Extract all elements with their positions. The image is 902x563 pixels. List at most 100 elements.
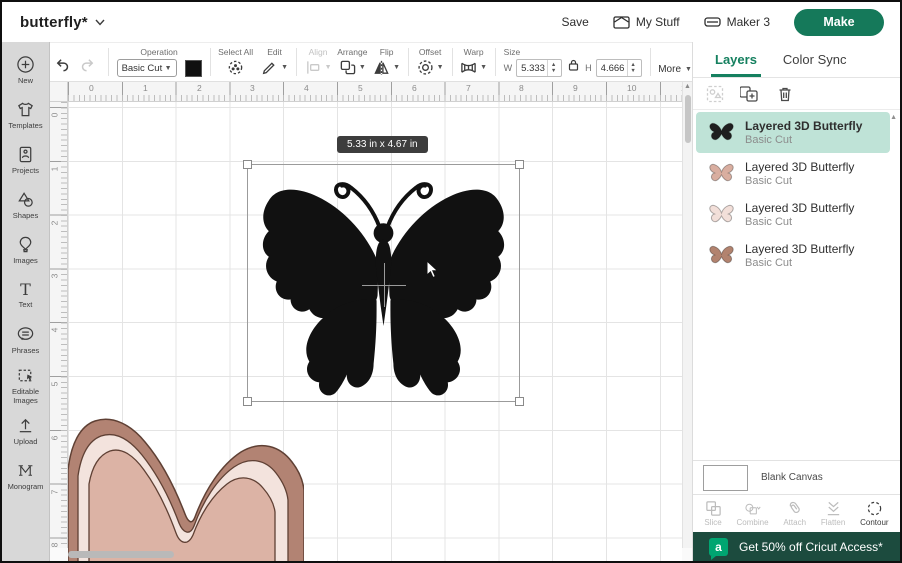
group-button[interactable]: [705, 84, 725, 104]
width-stepper[interactable]: ▲ ▼: [547, 60, 559, 76]
sidebar-item-phrases[interactable]: Phrases: [2, 318, 50, 363]
width-input[interactable]: [517, 62, 548, 74]
app-window: butterfly* Save My Stuff Maker 3 Make Ne…: [0, 0, 902, 563]
sidebar-item-editable-images[interactable]: Editable Images: [2, 363, 50, 409]
layer-list: ▲ Layered 3D Butterfly Basic Cut Layered…: [693, 110, 900, 276]
cricut-access-banner[interactable]: a Get 50% off Cricut Access*: [693, 532, 900, 561]
more-menu-button[interactable]: More ▼: [658, 57, 692, 81]
trash-icon: [779, 87, 791, 101]
slice-button[interactable]: Slice: [704, 500, 722, 527]
operation-dropdown[interactable]: Basic Cut ▼: [116, 59, 177, 77]
sidebar-item-new[interactable]: New: [2, 48, 50, 93]
toolbar-divider: [108, 48, 109, 76]
arrange-menu-button[interactable]: Arrange ▼: [337, 43, 367, 81]
chevron-down-icon: ▼: [281, 64, 288, 71]
layer-row-4[interactable]: Layered 3D Butterfly Basic Cut: [696, 235, 890, 276]
sidebar-item-text[interactable]: T Text: [2, 273, 50, 318]
sidebar-item-projects[interactable]: Projects: [2, 138, 50, 183]
header-actions: Save My Stuff Maker 3 Make: [561, 8, 900, 36]
size-group: Size W ▲▼ H ▲▼: [504, 43, 642, 81]
layer-thumbnail-butterfly: [709, 245, 734, 263]
resize-handle-bottom-left[interactable]: [243, 397, 252, 406]
sidebar-item-monogram[interactable]: Monogram: [2, 454, 50, 499]
resize-handle-top-left[interactable]: [243, 160, 252, 169]
chevron-down-icon: ▼: [480, 64, 488, 71]
layer-thumbnail-butterfly: [709, 163, 734, 181]
layered-butterfly-artwork[interactable]: [68, 410, 304, 561]
canvas-vertical-scrollbar[interactable]: ▲: [682, 82, 692, 548]
design-canvas[interactable]: 01 23 45 67 89 1011 01 23 45 67 8 100% 5…: [50, 82, 692, 561]
resize-handle-top-right[interactable]: [515, 160, 524, 169]
layer-row-1[interactable]: Layered 3D Butterfly Basic Cut: [696, 112, 890, 153]
machine-icon: [703, 17, 721, 27]
combine-button[interactable]: Combine: [737, 500, 769, 527]
layer-thumbnail-butterfly: [709, 122, 734, 140]
flatten-button[interactable]: Flatten: [821, 500, 845, 527]
sidebar-item-images[interactable]: Images: [2, 228, 50, 273]
canvas-horizontal-scrollbar[interactable]: [68, 550, 682, 559]
layer-row-2[interactable]: Layered 3D Butterfly Basic Cut: [696, 153, 890, 194]
attach-button[interactable]: Attach: [783, 500, 806, 527]
tab-color-sync[interactable]: Color Sync: [783, 42, 847, 77]
pencil-icon: [262, 62, 275, 75]
scrollbar-thumb[interactable]: [68, 551, 174, 558]
align-icon: [306, 61, 319, 74]
align-menu-button[interactable]: Align ▼: [305, 43, 332, 81]
resize-handle-bottom-right[interactable]: [515, 397, 524, 406]
offset-icon: [418, 60, 433, 75]
save-button[interactable]: Save: [561, 15, 588, 29]
speech-bubble-icon: [17, 327, 34, 341]
size-tooltip: 5.33 in x 4.67 in: [337, 136, 428, 153]
combine-icon: [745, 503, 761, 515]
monogram-icon: [18, 465, 33, 476]
toolbar-divider: [495, 48, 496, 76]
offset-menu-button[interactable]: Offset ▼: [417, 43, 444, 81]
blank-canvas-row[interactable]: Blank Canvas: [693, 460, 900, 494]
vertical-ruler: 01 23 45 67 8: [50, 102, 68, 548]
height-input[interactable]: [596, 62, 627, 74]
sidebar-item-upload[interactable]: Upload: [2, 409, 50, 454]
flip-icon: [374, 60, 389, 76]
select-all-button[interactable]: Select All: [218, 43, 253, 81]
undo-button[interactable]: [50, 51, 75, 81]
redo-button[interactable]: [75, 51, 100, 81]
shapes-icon: [18, 192, 33, 208]
layer-row-3[interactable]: Layered 3D Butterfly Basic Cut: [696, 194, 890, 235]
list-scroll-up-icon[interactable]: ▲: [890, 114, 897, 121]
tab-layers[interactable]: Layers: [711, 42, 761, 77]
badge-icon: [19, 147, 32, 163]
arrange-icon: [340, 60, 356, 75]
project-title-menu[interactable]: butterfly*: [20, 14, 105, 31]
balloon-icon: [19, 237, 32, 253]
sidebar-item-templates[interactable]: Templates: [2, 93, 50, 138]
height-input-box: ▲▼: [595, 59, 642, 77]
color-swatch[interactable]: [184, 59, 202, 77]
delete-button[interactable]: [775, 84, 795, 104]
panel-spacer: [693, 276, 900, 460]
warp-menu-button[interactable]: Warp ▼: [460, 43, 487, 81]
plus-circle-icon: [17, 56, 34, 74]
aspect-lock-button[interactable]: [568, 59, 579, 71]
contour-icon: [867, 501, 882, 516]
make-button[interactable]: Make: [794, 8, 884, 36]
scroll-up-arrow-icon[interactable]: ▲: [683, 83, 692, 90]
left-sidebar: New Templates Projects Shapes Images T T…: [2, 42, 50, 561]
flip-menu-button[interactable]: Flip ▼: [373, 43, 400, 81]
toolbar-divider: [296, 48, 297, 76]
edit-menu-button[interactable]: Edit ▼: [261, 43, 288, 81]
height-stepper[interactable]: ▲ ▼: [626, 60, 639, 76]
duplicate-button[interactable]: [739, 84, 760, 104]
sidebar-item-shapes[interactable]: Shapes: [2, 183, 50, 228]
my-stuff-button[interactable]: My Stuff: [613, 15, 680, 29]
flatten-icon: [827, 501, 839, 516]
letter-t-icon: T: [20, 280, 31, 300]
scrollbar-thumb[interactable]: [685, 95, 691, 143]
machine-select-button[interactable]: Maker 3: [703, 15, 770, 29]
operation-group: Operation Basic Cut ▼: [116, 43, 202, 81]
layers-panel: Layers Color Sync ▲ Layered 3D Butterfly: [692, 42, 900, 561]
redo-icon: [81, 59, 94, 72]
chevron-down-icon: ▼: [358, 64, 366, 71]
chevron-down-icon: ▼: [685, 65, 692, 73]
contour-button[interactable]: Contour: [860, 500, 889, 527]
layer-actions: Slice Combine Attach Flatten Contour: [693, 494, 900, 532]
